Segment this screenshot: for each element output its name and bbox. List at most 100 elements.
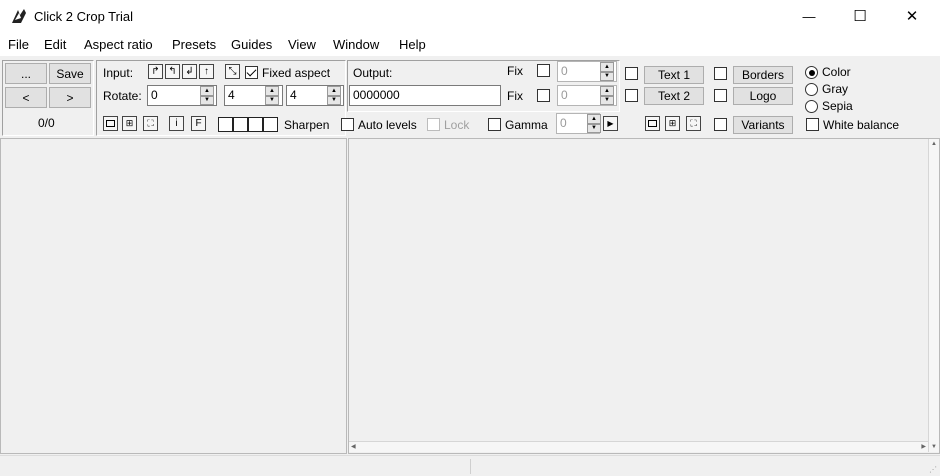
spin-down-icon: ▼ bbox=[600, 95, 614, 105]
expand-icon: ⛶ bbox=[690, 118, 697, 128]
rotate-ccw-button[interactable]: ↰ bbox=[165, 64, 180, 79]
text2-checkbox[interactable] bbox=[625, 89, 638, 102]
auto-levels-label: Auto levels bbox=[358, 118, 417, 132]
logo-checkbox[interactable] bbox=[714, 89, 727, 102]
menu-file[interactable]: File bbox=[8, 37, 29, 52]
resize-grip-icon[interactable]: ⋰ bbox=[929, 465, 937, 474]
scroll-down-icon[interactable]: ▼ bbox=[931, 444, 937, 450]
rotate-spinner[interactable]: ▲ ▼ bbox=[200, 86, 214, 105]
sharpen-label: Sharpen bbox=[284, 118, 330, 132]
output-input[interactable]: 0000000 bbox=[349, 85, 501, 106]
info-button[interactable]: i bbox=[169, 116, 184, 131]
fix-spinner-2[interactable]: ▲ ▼ bbox=[600, 86, 614, 105]
sharpen-level-3[interactable] bbox=[248, 117, 263, 132]
previous-button[interactable]: < bbox=[5, 87, 47, 108]
monitor-button[interactable] bbox=[103, 116, 118, 131]
expand-button[interactable]: ⛶ bbox=[143, 116, 158, 131]
sepia-radio[interactable] bbox=[805, 100, 818, 113]
text2-button[interactable]: Text 2 bbox=[644, 87, 704, 105]
fixed-aspect-checkbox[interactable] bbox=[245, 66, 258, 79]
close-button[interactable]: ✕ bbox=[889, 0, 935, 32]
spin-down-icon: ▼ bbox=[600, 71, 614, 81]
sharpen-level-4[interactable] bbox=[263, 117, 278, 132]
info-icon: i bbox=[175, 118, 178, 129]
swap-icon: ⤡ bbox=[228, 66, 237, 77]
output-label: Output: bbox=[353, 66, 393, 80]
menu-help[interactable]: Help bbox=[399, 37, 426, 52]
fix-checkbox-1[interactable] bbox=[537, 64, 550, 77]
aspect-width-spinner[interactable]: ▲ ▼ bbox=[265, 86, 279, 105]
scroll-left-icon[interactable]: ◀ bbox=[351, 443, 356, 450]
spin-up-icon: ▲ bbox=[265, 86, 279, 96]
fix-checkbox-2[interactable] bbox=[537, 89, 550, 102]
maximize-button[interactable]: ☐ bbox=[837, 0, 883, 32]
borders-button[interactable]: Borders bbox=[733, 66, 793, 84]
input-label: Input: bbox=[103, 66, 134, 80]
fix-label-2: Fix bbox=[507, 89, 523, 103]
spin-down-icon: ▼ bbox=[265, 95, 279, 105]
gamma-spinner[interactable]: ▲ ▼ bbox=[587, 114, 601, 133]
shrink-button[interactable]: ⊞ bbox=[122, 116, 137, 131]
borders-checkbox[interactable] bbox=[714, 67, 727, 80]
expand-icon: ⛶ bbox=[147, 118, 154, 128]
white-balance-checkbox[interactable] bbox=[806, 118, 819, 131]
variants-button[interactable]: Variants bbox=[733, 116, 793, 134]
spin-up-icon: ▲ bbox=[587, 114, 601, 124]
shrink-icon: ⊞ bbox=[668, 118, 677, 128]
variants-checkbox[interactable] bbox=[714, 118, 727, 131]
color-radio[interactable] bbox=[805, 66, 818, 79]
menu-guides[interactable]: Guides bbox=[231, 37, 272, 52]
menu-view[interactable]: View bbox=[288, 37, 316, 52]
status-divider bbox=[470, 459, 471, 474]
thumbnail-pane[interactable] bbox=[0, 138, 347, 454]
monitor-icon bbox=[648, 120, 657, 127]
gray-radio[interactable] bbox=[805, 83, 818, 96]
rotate-cw-button[interactable]: ↱ bbox=[148, 64, 163, 79]
sharpen-level-2[interactable] bbox=[233, 117, 248, 132]
menu-presets[interactable]: Presets bbox=[172, 37, 216, 52]
vertical-scrollbar[interactable]: ▲ ▼ bbox=[928, 139, 939, 452]
menu-aspect-ratio[interactable]: Aspect ratio bbox=[84, 37, 153, 52]
gamma-apply-button[interactable]: ▶ bbox=[603, 116, 618, 131]
logo-button[interactable]: Logo bbox=[733, 87, 793, 105]
flip-icon: ↲ bbox=[185, 66, 194, 77]
gamma-checkbox[interactable] bbox=[488, 118, 501, 131]
flip-button[interactable]: ↲ bbox=[182, 64, 197, 79]
fix-spinner-1[interactable]: ▲ ▼ bbox=[600, 62, 614, 81]
auto-levels-checkbox[interactable] bbox=[341, 118, 354, 131]
menu-window[interactable]: Window bbox=[333, 37, 379, 52]
text-button[interactable]: F bbox=[191, 116, 206, 131]
rotate-label: Rotate: bbox=[103, 89, 142, 103]
spin-up-icon: ▲ bbox=[200, 86, 214, 96]
up-button[interactable]: ↑ bbox=[199, 64, 214, 79]
text-icon: F bbox=[195, 118, 202, 129]
preview-pane[interactable] bbox=[348, 138, 940, 454]
text1-button[interactable]: Text 1 bbox=[644, 66, 704, 84]
lock-checkbox[interactable] bbox=[427, 118, 440, 131]
browse-button[interactable]: ... bbox=[5, 63, 47, 84]
fixed-aspect-label: Fixed aspect bbox=[262, 66, 331, 80]
window-title: Click 2 Crop Trial bbox=[34, 9, 133, 24]
horizontal-scrollbar[interactable]: ◀ ▶ bbox=[349, 441, 928, 452]
spin-up-icon: ▲ bbox=[600, 62, 614, 72]
sepia-radio-label: Sepia bbox=[822, 99, 853, 113]
minimize-button[interactable]: — bbox=[786, 0, 832, 32]
menu-edit[interactable]: Edit bbox=[44, 37, 66, 52]
spin-down-icon: ▼ bbox=[587, 123, 601, 133]
monitor-icon bbox=[106, 120, 115, 127]
play-icon: ▶ bbox=[607, 119, 614, 128]
save-button[interactable]: Save bbox=[49, 63, 91, 84]
output-shrink-button[interactable]: ⊞ bbox=[665, 116, 680, 131]
minimize-icon: — bbox=[802, 8, 816, 24]
output-expand-button[interactable]: ⛶ bbox=[686, 116, 701, 131]
output-monitor-button[interactable] bbox=[645, 116, 660, 131]
aspect-swap-button[interactable]: ⤡ bbox=[225, 64, 240, 79]
aspect-height-spinner[interactable]: ▲ ▼ bbox=[327, 86, 341, 105]
rotate-ccw-icon: ↰ bbox=[168, 66, 177, 77]
text1-checkbox[interactable] bbox=[625, 67, 638, 80]
next-button[interactable]: > bbox=[49, 87, 91, 108]
spin-down-icon: ▼ bbox=[327, 95, 341, 105]
scroll-right-icon[interactable]: ▶ bbox=[921, 443, 926, 450]
sharpen-level-1[interactable] bbox=[218, 117, 233, 132]
scroll-up-icon[interactable]: ▲ bbox=[931, 141, 937, 147]
